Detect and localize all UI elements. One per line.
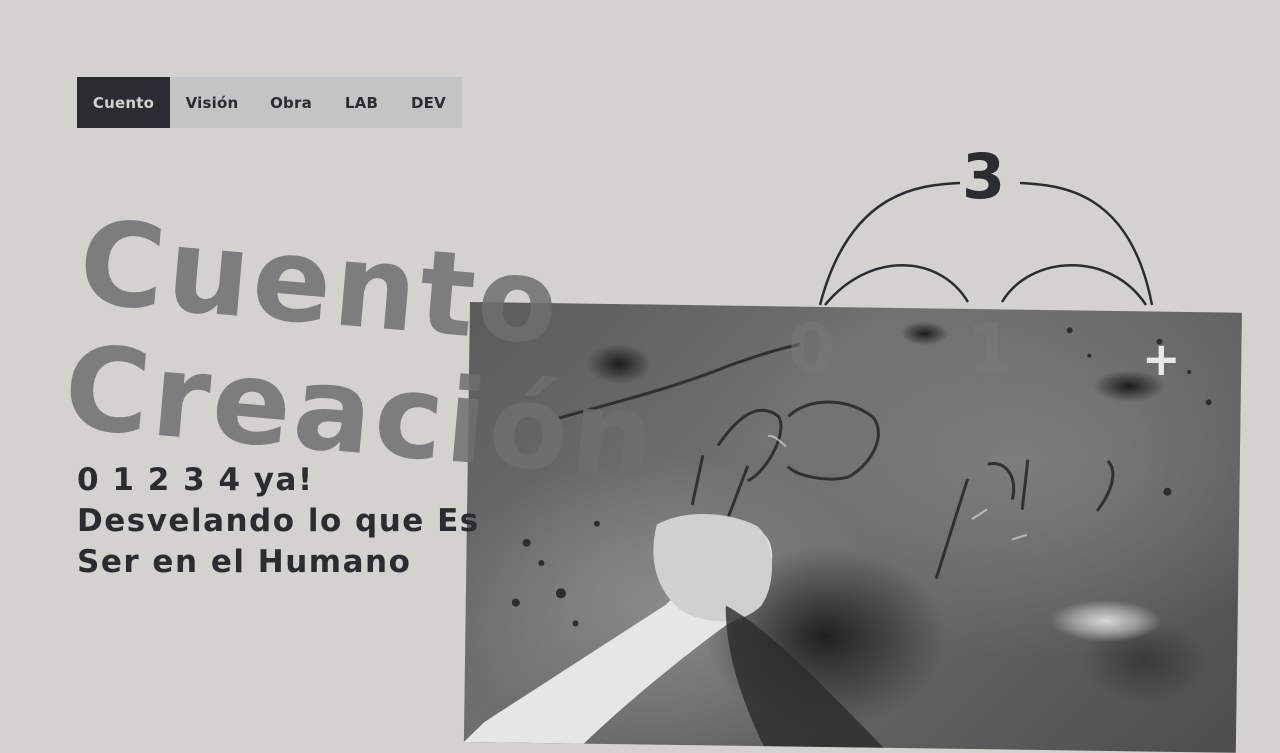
small-arc-right (1000, 264, 1148, 306)
subtitle-line3: Ser en el Humano (77, 544, 412, 580)
main-nav: Cuento Visión Obra LAB DEV (77, 77, 462, 128)
diagram-number-zero: 0 (788, 310, 836, 389)
subtitle-line2: Desvelando lo que Es (77, 503, 480, 539)
plus-icon: + (1142, 332, 1181, 386)
hero-subtitle: 0 1 2 3 4 ya! Desvelando lo que Es Ser e… (77, 460, 480, 583)
diagram-number-one: 1 (966, 310, 1014, 389)
subtitle-line1: 0 1 2 3 4 ya! (77, 462, 314, 498)
nav-item-lab[interactable]: LAB (328, 77, 395, 128)
large-arc-left (818, 181, 961, 306)
nav-item-vision[interactable]: Visión (170, 77, 254, 128)
large-arc-right (1019, 181, 1154, 306)
nav-item-cuento[interactable]: Cuento (77, 77, 170, 128)
small-arc-left (824, 264, 970, 306)
nav-item-obra[interactable]: Obra (254, 77, 328, 128)
diagram-number-three: 3 (962, 140, 1006, 213)
nav-item-dev[interactable]: DEV (395, 77, 462, 128)
